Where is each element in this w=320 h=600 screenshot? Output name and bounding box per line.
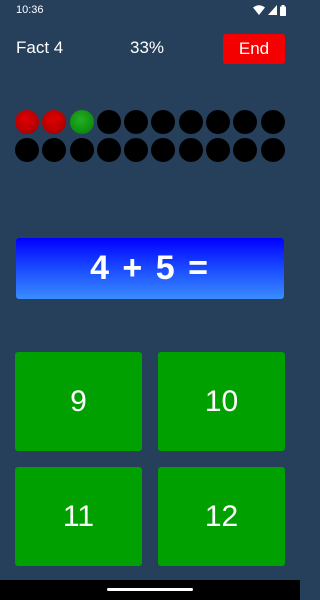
progress-dot-pending bbox=[96, 110, 121, 134]
progress-dot-pending bbox=[15, 138, 39, 162]
progress-dot-pending bbox=[206, 110, 231, 134]
answer-button-3[interactable]: 11 bbox=[15, 467, 142, 566]
status-time: 10:36 bbox=[16, 4, 44, 16]
progress-dot-pending bbox=[178, 138, 203, 162]
battery-icon bbox=[280, 4, 286, 16]
progress-dot-wrong bbox=[15, 110, 39, 134]
progress-dot-pending bbox=[69, 138, 94, 162]
progress-dot-pending bbox=[178, 110, 203, 134]
progress-dot-pending bbox=[206, 138, 231, 162]
answer-button-2[interactable]: 10 bbox=[158, 352, 285, 451]
status-bar: 10:36 bbox=[0, 0, 300, 22]
navigation-bar bbox=[0, 580, 300, 600]
home-indicator[interactable] bbox=[107, 588, 193, 591]
progress-dots bbox=[15, 110, 287, 162]
progress-dot-pending bbox=[260, 110, 285, 134]
question-display: 4 + 5 = bbox=[16, 238, 284, 299]
progress-dot-pending bbox=[260, 138, 285, 162]
progress-dot-pending bbox=[42, 138, 67, 162]
progress-dot-right bbox=[69, 110, 94, 134]
progress-dot-wrong bbox=[42, 110, 67, 134]
wifi-icon bbox=[253, 5, 265, 15]
progress-dot-pending bbox=[124, 138, 149, 162]
progress-percent: 33% bbox=[130, 38, 165, 57]
progress-dot-pending bbox=[96, 138, 121, 162]
progress-dot-pending bbox=[151, 138, 176, 162]
progress-dot-pending bbox=[124, 110, 149, 134]
progress-dot-pending bbox=[233, 138, 258, 162]
progress-dot-pending bbox=[233, 110, 258, 134]
answer-button-4[interactable]: 12 bbox=[158, 467, 285, 566]
answer-button-1[interactable]: 9 bbox=[15, 352, 142, 451]
app-screen: 10:36 Fact 4 33% End 4 + 5 = 9 10 11 12 bbox=[0, 0, 300, 600]
fact-label: Fact 4 bbox=[16, 38, 64, 57]
status-icons bbox=[253, 4, 286, 16]
progress-dot-pending bbox=[151, 110, 176, 134]
end-button[interactable]: End bbox=[223, 34, 285, 64]
cellular-signal-icon bbox=[268, 5, 277, 15]
